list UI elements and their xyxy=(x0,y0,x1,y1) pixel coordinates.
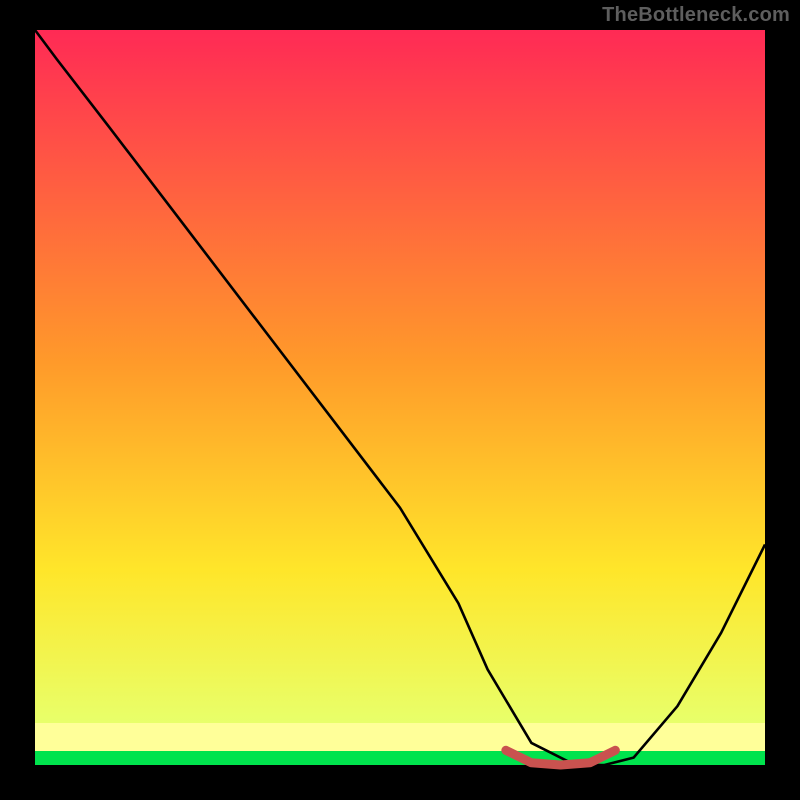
green-band xyxy=(35,751,765,765)
bottleneck-chart xyxy=(0,0,800,800)
yellow-band xyxy=(35,723,765,751)
watermark-label: TheBottleneck.com xyxy=(602,4,790,27)
gradient-background xyxy=(35,30,765,723)
chart-container: TheBottleneck.com xyxy=(0,0,800,800)
